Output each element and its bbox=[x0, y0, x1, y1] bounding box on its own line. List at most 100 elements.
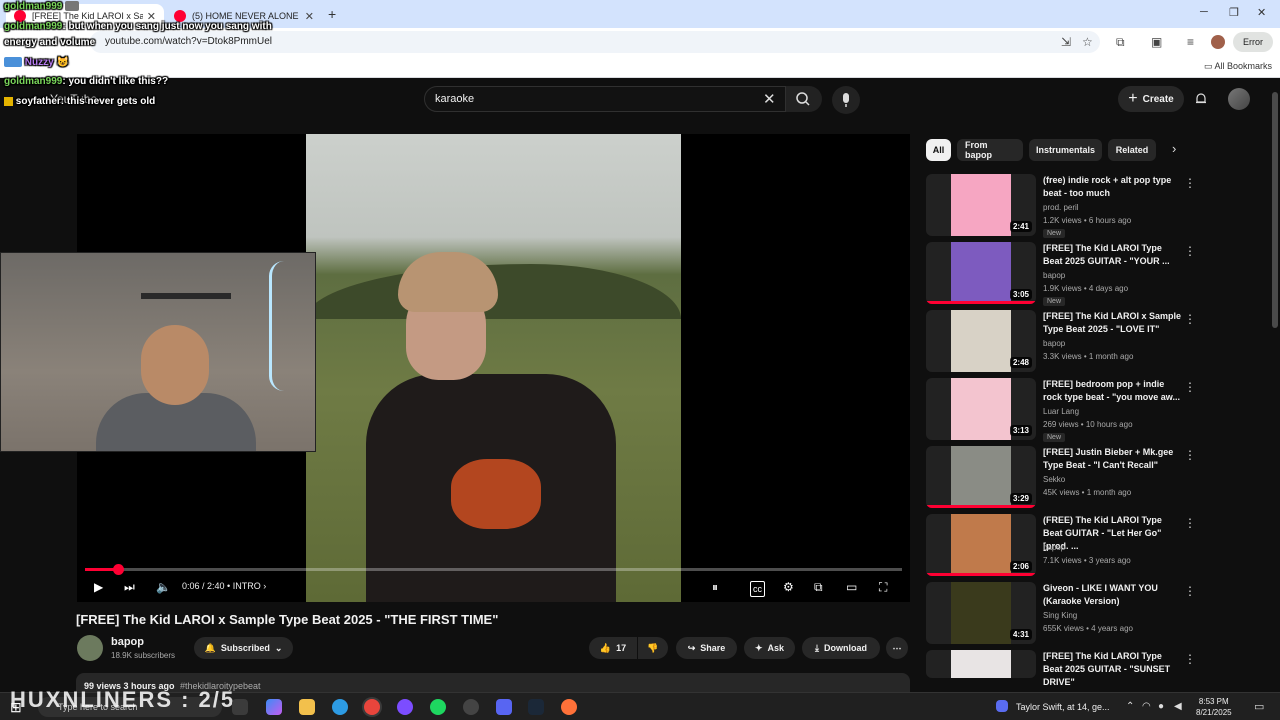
recommendation-thumbnail[interactable]: 2:06 bbox=[926, 514, 1036, 576]
more-vertical-icon[interactable]: ⋮ bbox=[1184, 244, 1196, 258]
news-widget[interactable]: Taylor Swift, at 14, ge... bbox=[1016, 702, 1110, 712]
window-close-icon[interactable]: ✕ bbox=[1257, 6, 1266, 19]
miniplayer-icon[interactable]: ⧉ bbox=[814, 580, 823, 594]
recommendation-title[interactable]: [FREE] The Kid LAROI Type Beat 2025 GUIT… bbox=[1043, 650, 1183, 689]
extensions-icon[interactable]: ⧉ bbox=[1116, 35, 1125, 49]
play-icon[interactable]: ▶ bbox=[94, 580, 103, 594]
wifi-icon[interactable]: ◠ bbox=[1142, 701, 1151, 712]
search-query-text[interactable]: karaoke bbox=[435, 93, 474, 105]
recommendation-thumbnail[interactable]: 3:05 bbox=[926, 242, 1036, 304]
media-controls-icon[interactable]: ≡ bbox=[1187, 35, 1194, 49]
error-chip[interactable]: Error bbox=[1233, 32, 1273, 52]
theater-mode-icon[interactable]: ▭ bbox=[846, 580, 857, 594]
new-tab-icon[interactable]: + bbox=[328, 6, 336, 22]
recommendation-channel[interactable]: Sekko bbox=[1043, 475, 1065, 484]
more-vertical-icon[interactable]: ⋮ bbox=[1184, 516, 1196, 530]
autoplay-toggle-icon[interactable]: ⏸ bbox=[712, 580, 718, 594]
notification-icon[interactable]: ▭ bbox=[1254, 700, 1264, 713]
share-button[interactable]: ↪ Share bbox=[676, 637, 737, 659]
video-frame[interactable] bbox=[306, 134, 681, 602]
clear-search-icon[interactable]: ✕ bbox=[763, 90, 776, 108]
task-view-icon[interactable] bbox=[232, 699, 248, 715]
news-widget-icon[interactable] bbox=[996, 700, 1008, 712]
speaker-icon[interactable]: ◀ bbox=[1174, 701, 1182, 712]
recommendation-card[interactable]: 3:29 [FREE] Justin Bieber + Mk.gee Type B… bbox=[926, 446, 1196, 510]
chevron-up-icon[interactable]: ⌃ bbox=[1126, 701, 1134, 712]
bookmark-star-icon[interactable]: ☆ bbox=[1082, 35, 1093, 49]
channel-avatar[interactable] bbox=[77, 635, 103, 661]
recommendation-thumbnail[interactable]: 4:31 bbox=[926, 582, 1036, 644]
recommendation-channel[interactable]: bapop bbox=[1043, 271, 1065, 280]
like-button[interactable]: 👍 17 bbox=[589, 637, 637, 659]
recommendation-title[interactable]: [FREE] bedroom pop + indie rock type bea… bbox=[1043, 378, 1183, 404]
chip-instrumentals[interactable]: Instrumentals bbox=[1029, 139, 1102, 161]
recommendation-title[interactable]: Giveon - LIKE I WANT YOU (Karaoke Versio… bbox=[1043, 582, 1183, 608]
more-vertical-icon[interactable]: ⋮ bbox=[1184, 584, 1196, 598]
search-input[interactable]: karaoke ✕ bbox=[424, 86, 786, 112]
recommendation-thumbnail[interactable]: 2:41 bbox=[926, 174, 1036, 236]
profile-avatar[interactable] bbox=[1211, 35, 1225, 49]
more-vertical-icon[interactable]: ⋮ bbox=[1184, 448, 1196, 462]
recommendation-thumbnail[interactable]: 3:29 bbox=[926, 446, 1036, 508]
fullscreen-icon[interactable]: ⛶ bbox=[879, 580, 887, 594]
edge-icon[interactable] bbox=[332, 699, 348, 715]
close-tab-icon[interactable]: ✕ bbox=[305, 10, 314, 23]
recommendation-channel[interactable]: Sing King bbox=[1043, 611, 1077, 620]
more-vertical-icon[interactable]: ⋮ bbox=[1184, 176, 1196, 190]
more-vertical-icon[interactable]: ⋮ bbox=[1184, 380, 1196, 394]
channel-name[interactable]: bapop bbox=[111, 636, 144, 648]
restore-icon[interactable]: ❐ bbox=[1229, 6, 1239, 19]
settings-gear-icon[interactable]: ⚙ bbox=[783, 580, 794, 594]
notifications-bell-icon[interactable] bbox=[1194, 92, 1208, 106]
progress-bar[interactable] bbox=[85, 564, 902, 575]
progress-scrubber-handle[interactable] bbox=[112, 564, 124, 575]
microphone-icon[interactable]: ● bbox=[1158, 701, 1164, 712]
chip-all[interactable]: All bbox=[926, 139, 951, 161]
all-bookmarks-button[interactable]: ▭ All Bookmarks bbox=[1204, 61, 1272, 72]
recommendation-channel[interactable]: prod. peril bbox=[1043, 203, 1079, 212]
search-button[interactable] bbox=[786, 86, 822, 112]
volume-icon[interactable]: 🔈 bbox=[156, 580, 171, 594]
recommendation-channel[interactable]: bapop bbox=[1043, 543, 1065, 552]
chevron-right-icon[interactable]: › bbox=[1172, 141, 1176, 156]
recommendation-card[interactable]: 2:41 (free) indie rock + alt pop type bea… bbox=[926, 174, 1196, 238]
url-text[interactable]: youtube.com/watch?v=Dtok8PmmUel bbox=[105, 36, 272, 47]
voice-search-button[interactable] bbox=[832, 86, 860, 114]
recommendation-card[interactable]: 3:05 [FREE] The Kid LAROI Type Beat 2025 … bbox=[926, 242, 1196, 306]
copilot-icon[interactable] bbox=[266, 699, 282, 715]
recommendation-title[interactable]: [FREE] The Kid LAROI x Sample Type Beat … bbox=[1043, 310, 1183, 336]
more-vertical-icon[interactable]: ⋮ bbox=[1184, 652, 1196, 666]
create-button[interactable]: + Create bbox=[1118, 86, 1184, 112]
subscribed-button[interactable]: 🔔 Subscribed ⌄ bbox=[194, 637, 293, 659]
firefox-icon[interactable] bbox=[561, 699, 577, 715]
obs-icon[interactable] bbox=[397, 699, 413, 715]
captions-icon[interactable]: cc bbox=[750, 581, 765, 597]
recommendation-card[interactable]: 3:13 [FREE] bedroom pop + indie rock type… bbox=[926, 378, 1196, 442]
more-vertical-icon[interactable]: ⋮ bbox=[1184, 312, 1196, 326]
chrome-icon[interactable] bbox=[364, 699, 380, 715]
recommendation-channel[interactable]: Luar Lang bbox=[1043, 407, 1079, 416]
recommendation-channel[interactable]: bapop bbox=[1043, 339, 1065, 348]
next-icon[interactable]: ⏭ bbox=[124, 580, 135, 594]
recommendation-card[interactable]: 4:31 Giveon - LIKE I WANT YOU (Karaoke Ve… bbox=[926, 582, 1196, 646]
minimize-icon[interactable]: ─ bbox=[1200, 6, 1208, 18]
account-avatar[interactable] bbox=[1228, 88, 1250, 110]
dislike-button[interactable]: 👎 bbox=[638, 637, 668, 659]
recommendation-thumbnail[interactable] bbox=[926, 650, 1036, 678]
steam-icon[interactable] bbox=[528, 699, 544, 715]
recommendation-thumbnail[interactable]: 2:48 bbox=[926, 310, 1036, 372]
taskbar-clock[interactable]: 8:53 PM 8/21/2025 bbox=[1196, 696, 1232, 718]
chapter-label[interactable]: INTRO bbox=[233, 581, 261, 591]
discord-icon[interactable] bbox=[496, 699, 512, 715]
file-explorer-icon[interactable] bbox=[299, 699, 315, 715]
spotify-icon[interactable] bbox=[430, 699, 446, 715]
ask-button[interactable]: ✦ Ask bbox=[744, 637, 795, 659]
chip-related[interactable]: Related bbox=[1108, 139, 1156, 161]
download-button[interactable]: ⤓ Download bbox=[802, 637, 880, 659]
recommendation-title[interactable]: (free) indie rock + alt pop type beat - … bbox=[1043, 174, 1183, 200]
install-app-icon[interactable]: ⇲ bbox=[1061, 35, 1071, 49]
sidebar-icon[interactable]: ▣ bbox=[1151, 35, 1162, 49]
scrollbar[interactable] bbox=[1272, 92, 1278, 328]
recommendation-title[interactable]: [FREE] The Kid LAROI Type Beat 2025 GUIT… bbox=[1043, 242, 1183, 268]
recommendation-thumbnail[interactable]: 3:13 bbox=[926, 378, 1036, 440]
